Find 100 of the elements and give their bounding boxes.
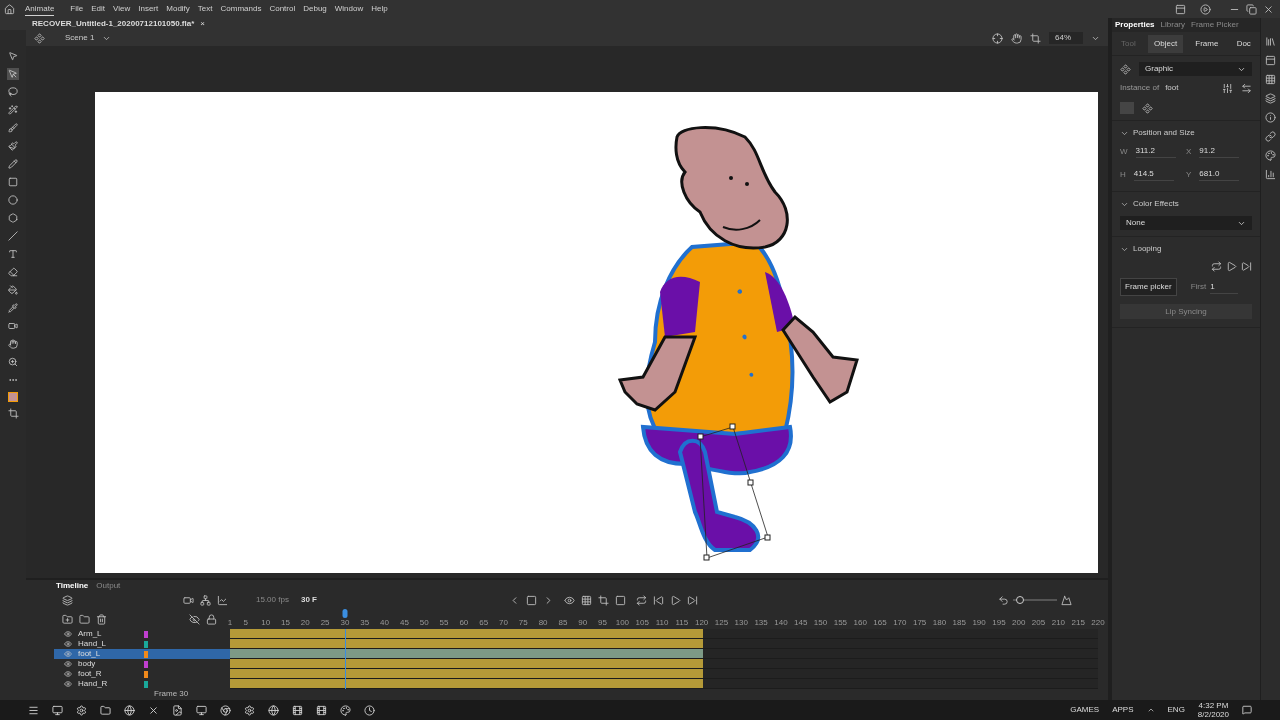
keyframe-icon[interactable]: [526, 594, 537, 606]
info-icon[interactable]: [1265, 112, 1276, 123]
panel-tab[interactable]: Library: [1160, 19, 1186, 31]
tool-button[interactable]: [7, 50, 19, 62]
film-icon[interactable]: [292, 704, 303, 716]
panel-tab[interactable]: Properties: [1115, 19, 1155, 31]
scene-icon[interactable]: [34, 32, 45, 44]
menu-item[interactable]: Debug: [303, 3, 327, 15]
close-tab-button[interactable]: ×: [200, 18, 205, 30]
restore-icon[interactable]: [1246, 3, 1257, 15]
play-once-icon[interactable]: [1226, 261, 1237, 272]
tool-button[interactable]: [7, 176, 19, 188]
first-frame-field[interactable]: 1: [1210, 280, 1239, 294]
monitor-icon[interactable]: [196, 704, 207, 716]
gear-icon[interactable]: [76, 704, 87, 716]
notifications-icon[interactable]: [1242, 705, 1252, 715]
insert-frame-icon[interactable]: [615, 594, 626, 606]
grid-icon[interactable]: [1265, 74, 1276, 85]
chart-icon[interactable]: [1265, 169, 1276, 180]
tool-button[interactable]: [7, 356, 19, 368]
gear-icon[interactable]: [244, 704, 255, 716]
panel-tab[interactable]: Frame Picker: [1191, 19, 1239, 31]
new-layer-icon[interactable]: [62, 613, 73, 625]
onion-skin-icon[interactable]: [564, 594, 575, 606]
clapper-icon[interactable]: [316, 704, 327, 716]
inspector-tab[interactable]: Object: [1148, 34, 1184, 53]
sliders-icon[interactable]: [1222, 82, 1233, 94]
tool-button[interactable]: [7, 86, 19, 98]
palette-icon[interactable]: [1265, 150, 1276, 161]
menu-item[interactable]: Control: [269, 3, 296, 15]
fps-readout[interactable]: 15.00 fps: [256, 594, 289, 606]
home-icon[interactable]: [4, 3, 15, 15]
eye-icon[interactable]: [64, 660, 72, 668]
eye-icon[interactable]: [64, 640, 72, 648]
task-view-icon[interactable]: [28, 704, 39, 716]
undo-icon[interactable]: [998, 594, 1009, 606]
layers-icon[interactable]: [1265, 93, 1276, 104]
color-effect-dropdown[interactable]: None: [1120, 216, 1252, 230]
graph-icon[interactable]: [217, 594, 228, 606]
loop-icon[interactable]: [636, 594, 647, 606]
tool-button[interactable]: [7, 338, 19, 350]
value-field[interactable]: 414.5: [1133, 168, 1174, 181]
swap-icon[interactable]: [1241, 82, 1252, 94]
tool-button[interactable]: [7, 122, 19, 134]
layers-icon[interactable]: [62, 594, 73, 606]
transform-icon[interactable]: [7, 408, 19, 419]
tool-button[interactable]: [7, 194, 19, 206]
value-field[interactable]: 91.2: [1199, 145, 1240, 158]
panel-icon[interactable]: [1265, 55, 1276, 66]
layer-row[interactable]: foot_L: [54, 649, 230, 659]
menu-item[interactable]: Insert: [138, 3, 159, 15]
tool-button[interactable]: [7, 320, 19, 332]
edit-frames-icon[interactable]: [598, 594, 609, 606]
tool-button[interactable]: [7, 302, 19, 314]
current-frame-readout[interactable]: 30 F: [300, 594, 317, 606]
layer-row[interactable]: body: [54, 659, 230, 669]
layer-row[interactable]: Hand_R: [54, 679, 230, 689]
tool-button[interactable]: [7, 248, 19, 260]
inspector-tab[interactable]: Frame: [1189, 34, 1225, 53]
playhead-handle[interactable]: [342, 609, 348, 618]
menu-item[interactable]: File: [70, 3, 84, 15]
zoom-slider-thumb[interactable]: [1015, 596, 1024, 604]
layer-parenting-icon[interactable]: [200, 594, 211, 606]
loop-icon[interactable]: [1211, 261, 1222, 272]
palette-icon[interactable]: [340, 704, 351, 716]
image-icon[interactable]: [172, 704, 183, 716]
scene-selector[interactable]: Scene 1: [65, 32, 95, 44]
workspace-icon[interactable]: [1175, 3, 1186, 15]
tool-button[interactable]: [7, 140, 19, 152]
eye-icon[interactable]: [64, 680, 72, 688]
zoom-field[interactable]: 64%: [1049, 32, 1083, 44]
tool-button[interactable]: [7, 104, 19, 116]
language-indicator[interactable]: ENG: [1167, 704, 1185, 716]
globe-icon[interactable]: [268, 704, 279, 716]
layer-row[interactable]: Hand_L: [54, 639, 230, 649]
menu-item[interactable]: Help: [371, 3, 388, 15]
toolbar-link[interactable]: GAMES: [1070, 704, 1100, 716]
folder-icon[interactable]: [79, 613, 90, 625]
eye-icon[interactable]: [64, 670, 72, 678]
clock-time[interactable]: 4:32 PM: [1198, 701, 1229, 710]
tool-button[interactable]: [7, 266, 19, 278]
link-icon[interactable]: [1265, 131, 1276, 142]
eye-icon[interactable]: [64, 630, 72, 638]
toolbar-link[interactable]: APPS: [1112, 704, 1134, 716]
layer-row[interactable]: Arm_L: [54, 629, 230, 639]
chrome-icon[interactable]: [220, 704, 231, 716]
menu-item[interactable]: Commands: [220, 3, 262, 15]
browser-icon[interactable]: [124, 704, 135, 716]
clip-icon[interactable]: [1030, 32, 1041, 44]
hide-all-icon[interactable]: [189, 613, 200, 625]
timeline-tab[interactable]: Output: [96, 579, 121, 592]
value-field[interactable]: 681.0: [1199, 168, 1240, 181]
single-frame-icon[interactable]: [1241, 261, 1252, 272]
menu-item[interactable]: View: [113, 3, 131, 15]
menu-item[interactable]: Text: [197, 3, 213, 15]
step-back-icon[interactable]: [653, 594, 664, 606]
document-tab[interactable]: RECOVER_Untitled-1_20200712101050.fla*: [32, 18, 195, 30]
tool-button[interactable]: [7, 158, 19, 170]
symbol-icon[interactable]: [1142, 102, 1153, 114]
center-stage-icon[interactable]: [992, 32, 1003, 44]
